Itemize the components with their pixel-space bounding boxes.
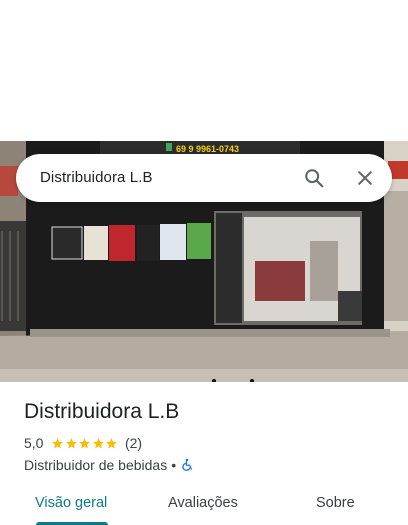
rating-row[interactable]: 5,0 (2) (24, 434, 142, 452)
close-button[interactable] (349, 162, 381, 194)
tab-reviews[interactable]: Avaliações (168, 495, 238, 511)
photo-pagination (0, 379, 408, 382)
star-rating (51, 437, 119, 450)
search-query[interactable]: Distribuidora L.B (40, 169, 153, 186)
pagination-dot (212, 379, 216, 382)
search-button[interactable] (298, 162, 330, 194)
place-tabs: Visão geral Avaliações Sobre (0, 488, 408, 525)
search-icon (305, 169, 324, 188)
category-row: Distribuidor de bebidas • (24, 456, 194, 474)
star-icon (79, 437, 91, 448)
pagination-dot (250, 379, 254, 382)
tab-overview[interactable]: Visão geral (35, 495, 107, 511)
place-category: Distribuidor de bebidas (24, 457, 168, 473)
star-icon (66, 437, 77, 448)
tab-about[interactable]: Sobre (316, 495, 355, 511)
rating-value: 5,0 (24, 435, 44, 451)
place-title: Distribuidora L.B (24, 400, 180, 423)
photo-sign-text: 69 9 9961-0743 (176, 144, 239, 154)
search-bar[interactable]: Distribuidora L.B (16, 154, 392, 202)
close-icon (358, 171, 372, 185)
separator-dot: • (171, 457, 177, 473)
star-icon (93, 437, 104, 448)
star-icon (106, 437, 118, 448)
wheelchair-accessible-icon[interactable] (180, 458, 194, 472)
star-icon (52, 437, 64, 448)
review-count[interactable]: (2) (125, 435, 142, 451)
